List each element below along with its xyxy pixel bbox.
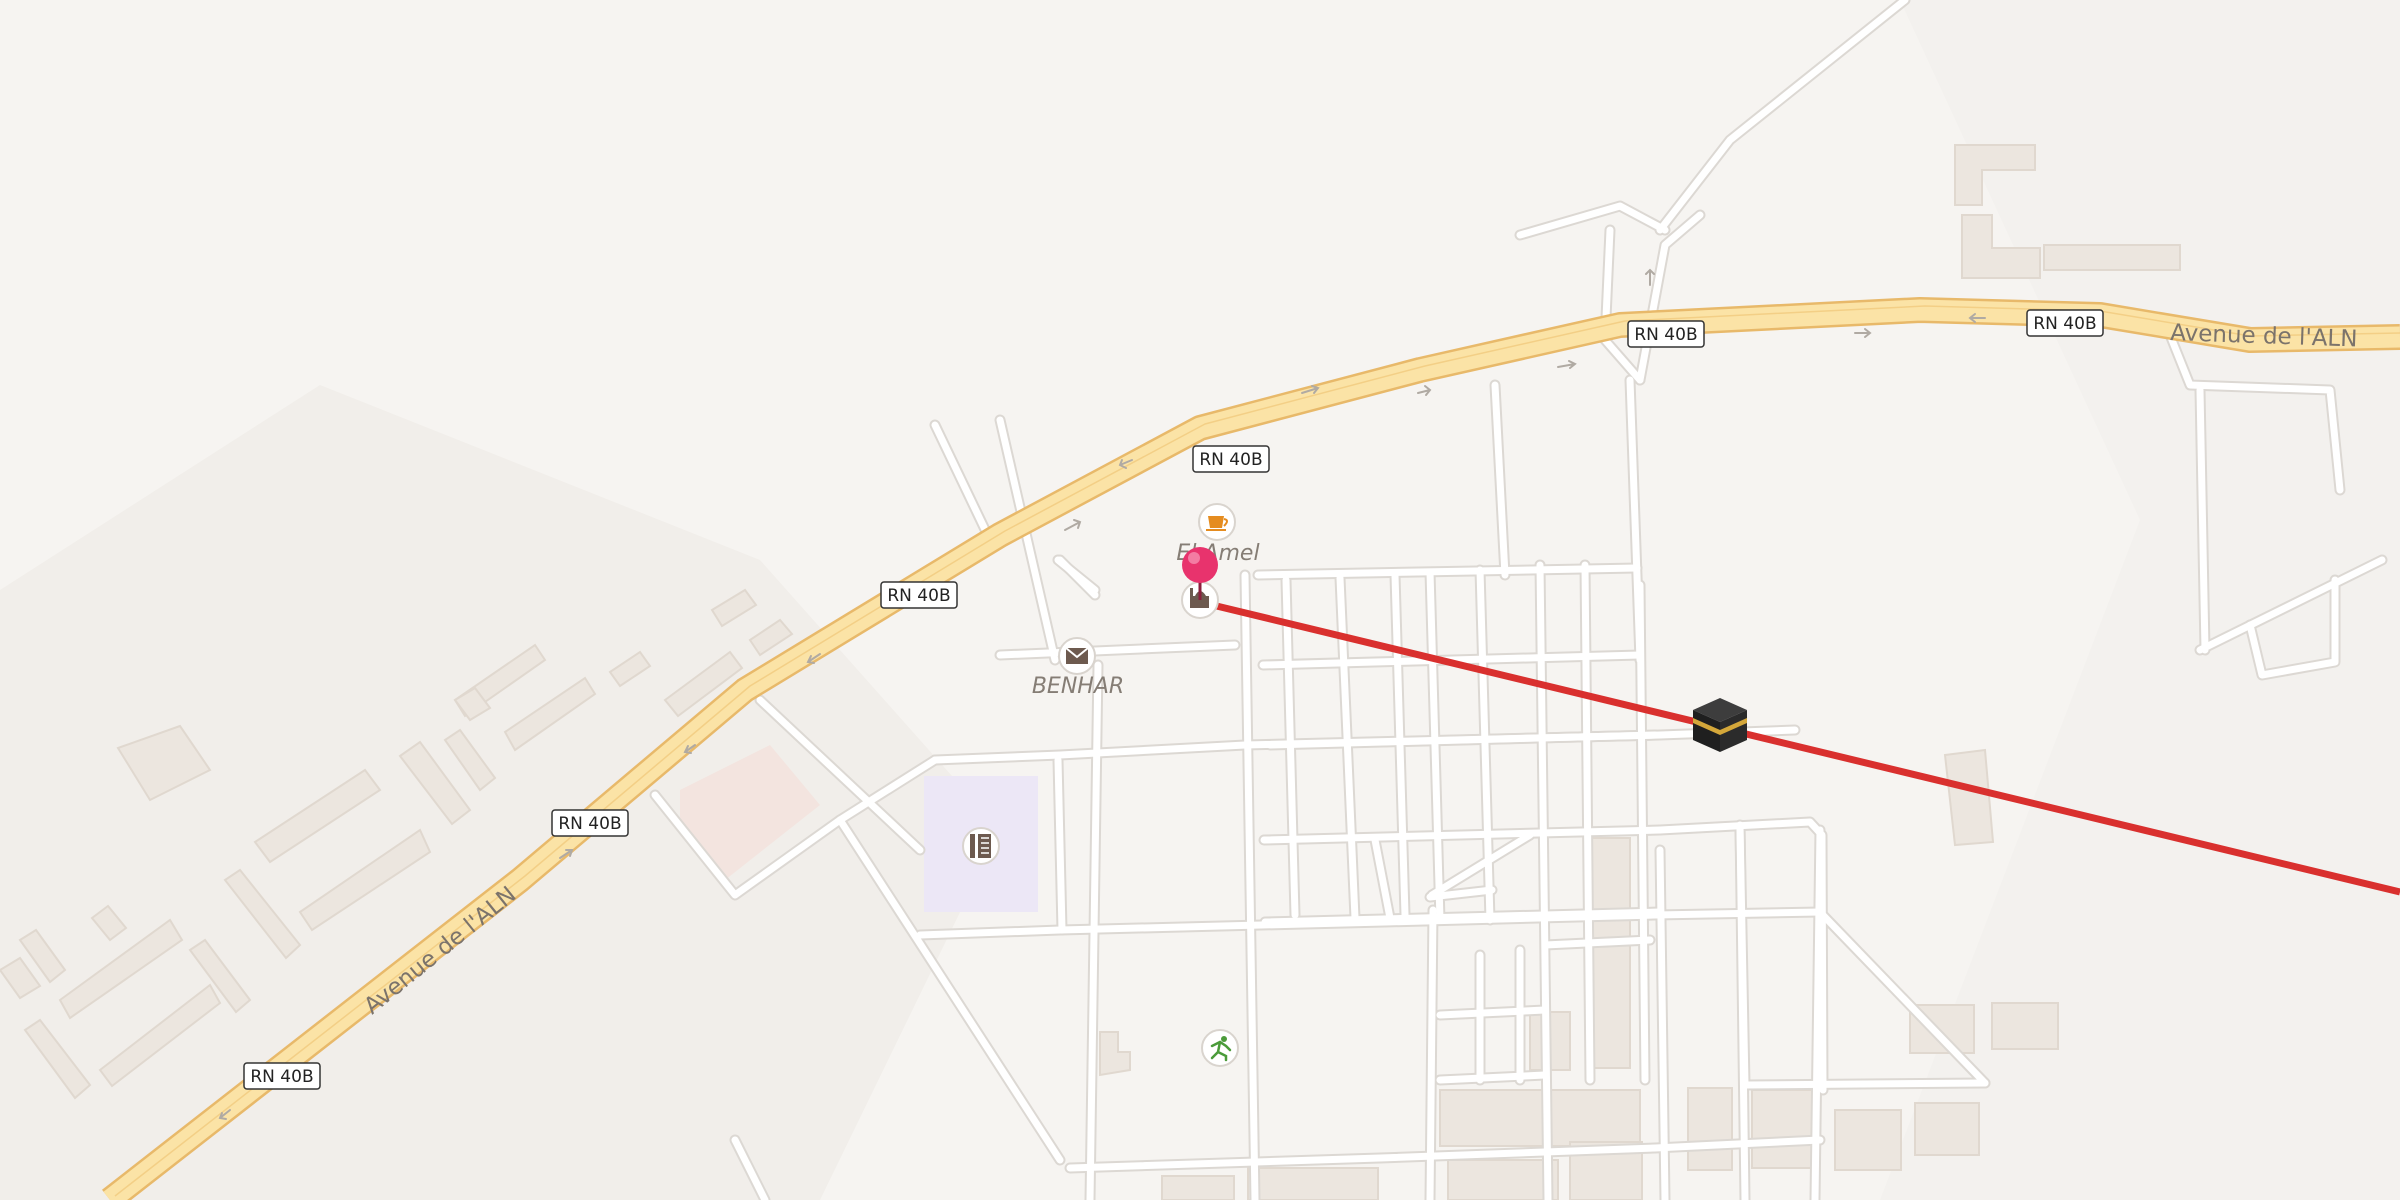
sports-icon[interactable] (1201, 1029, 1239, 1067)
road-shield: RN 40B (2026, 309, 2104, 337)
road-shield: RN 40B (880, 581, 958, 609)
map-canvas[interactable]: Avenue de l'ALN Avenue de l'ALN RN 40B R… (0, 0, 2400, 1200)
svg-text:RN 40B: RN 40B (887, 586, 950, 606)
place-label-benhar: BENHAR (1032, 674, 1124, 699)
cafe-icon[interactable] (1198, 503, 1236, 541)
road-shield: RN 40B (1627, 320, 1705, 348)
school-icon[interactable] (962, 827, 1000, 865)
road-shield: RN 40B (551, 809, 629, 837)
road-shield: RN 40B (243, 1062, 321, 1090)
svg-text:RN 40B: RN 40B (1199, 450, 1262, 470)
svg-text:RN 40B: RN 40B (558, 814, 621, 834)
svg-text:RN 40B: RN 40B (250, 1067, 313, 1087)
road-shield: RN 40B (1192, 445, 1270, 473)
post-office-icon[interactable] (1058, 637, 1096, 675)
svg-text:RN 40B: RN 40B (1634, 325, 1697, 345)
svg-text:RN 40B: RN 40B (2033, 314, 2096, 334)
